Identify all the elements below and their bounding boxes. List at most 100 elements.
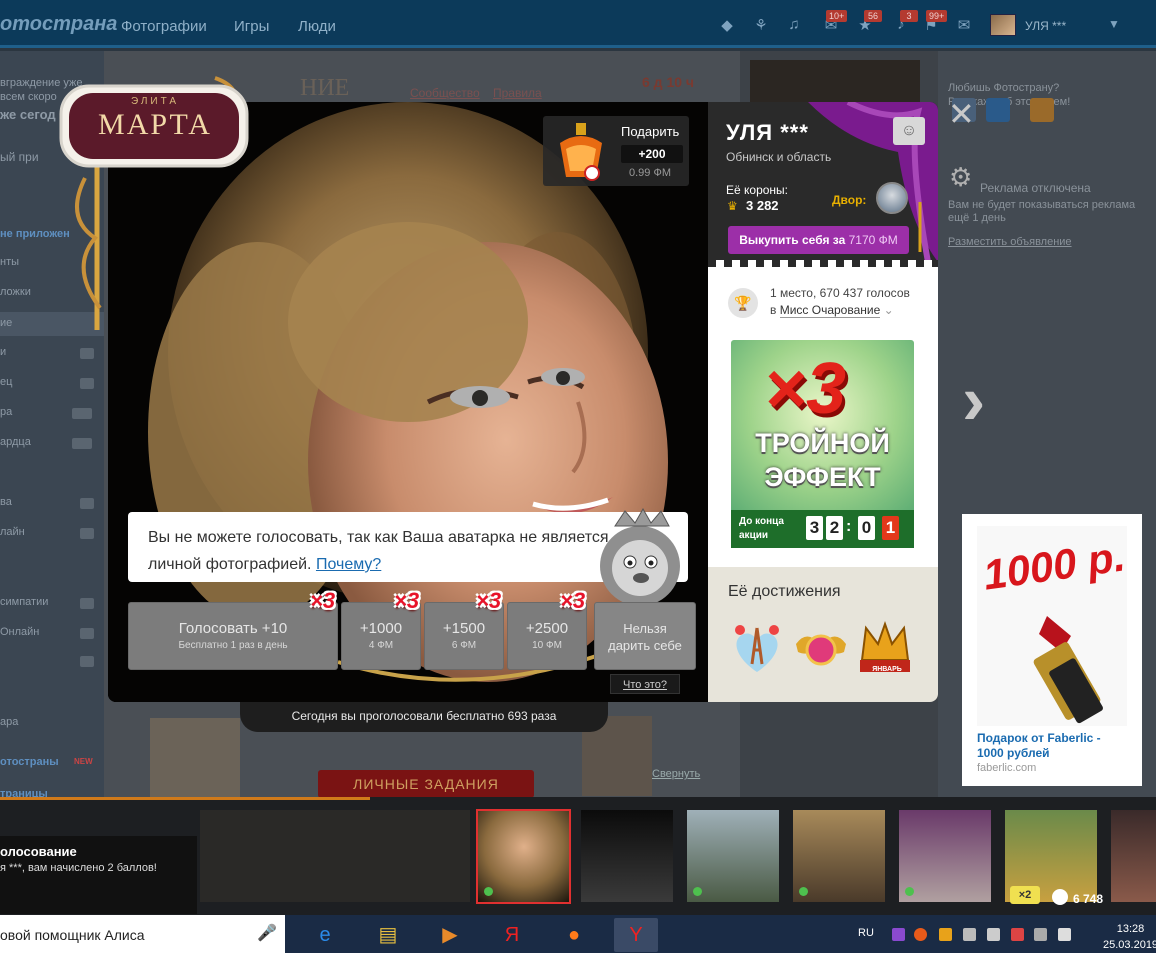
nav-link-people[interactable]: Люди — [298, 18, 336, 35]
sidebar-text: же сегод — [0, 107, 56, 122]
ad-image-text: 1000 р. — [980, 532, 1128, 599]
thumbnail[interactable] — [1111, 810, 1156, 902]
promo-until-label: До конца акции — [739, 515, 784, 543]
thumbnail[interactable] — [899, 810, 991, 902]
nav-link-photos[interactable]: Фотографии — [121, 18, 207, 35]
yandex-browser-icon[interactable]: Y — [614, 918, 658, 952]
chevron-down-icon[interactable]: ▼ — [1108, 17, 1120, 31]
microphone-icon[interactable]: 🎤 — [257, 923, 277, 943]
filmstrip-dimmed-area — [200, 810, 470, 902]
sidebar-item[interactable]: и — [0, 346, 6, 358]
gift-self-button[interactable]: Нельзя дарить себе — [594, 602, 696, 670]
sidebar-item[interactable]: ра — [0, 406, 12, 418]
usb-tray-icon[interactable] — [987, 928, 1000, 941]
ad-domain[interactable]: faberlic.com — [977, 762, 1036, 774]
notifications-badge: 99+ — [926, 10, 948, 22]
sidebar-item[interactable]: лайн — [0, 526, 25, 538]
sidebar-item[interactable]: ва — [0, 496, 12, 508]
thumbnail[interactable] — [687, 810, 779, 902]
user-avatar[interactable] — [990, 14, 1016, 36]
odnoklassniki-icon[interactable] — [1030, 98, 1054, 122]
sidebar-item[interactable]: Онлайн — [0, 626, 39, 638]
court-avatar[interactable] — [876, 182, 908, 214]
guests-icon[interactable]: ⚘ — [752, 16, 770, 34]
crown-icon: ♛ — [727, 199, 738, 213]
sidebar-search[interactable]: ый при — [0, 150, 39, 164]
court-label: Двор: — [832, 193, 867, 207]
vote-option-price: 10 ФМ — [532, 640, 562, 651]
vote-free-sub: Бесплатно 1 раз в день — [178, 640, 288, 651]
vote-notice-text: Вы не можете голосовать, так как Ваша ав… — [148, 524, 618, 578]
ad-image[interactable]: 1000 р. — [977, 526, 1128, 726]
mail-ru-icon[interactable] — [986, 98, 1010, 122]
file-explorer-icon[interactable]: ▤ — [366, 918, 410, 952]
rules-link[interactable]: Правила — [493, 86, 542, 100]
sidebar-item[interactable]: ложки — [0, 286, 31, 298]
diamond-icon[interactable]: ◆ — [718, 16, 736, 34]
thumbnail[interactable] — [581, 810, 673, 902]
firefox-icon[interactable]: ● — [552, 918, 596, 952]
x3-multiplier-badge: ×3 — [560, 588, 586, 613]
sidebar-item[interactable]: ардца — [0, 436, 31, 448]
sidebar-item[interactable]: ара — [0, 716, 18, 728]
sidebar-item[interactable]: ие — [0, 317, 12, 329]
ad-title[interactable]: Подарок от Faberlic - 1000 рублей — [977, 731, 1127, 761]
contest-link[interactable]: Мисс Очарование — [779, 303, 881, 318]
buyout-button[interactable]: Выкупить себя за 7170 ФМ — [728, 226, 909, 254]
sidebar-item[interactable]: симпатии — [0, 596, 48, 608]
winged-heart-icon[interactable] — [792, 620, 850, 678]
media-player-icon[interactable]: ▶ — [428, 918, 472, 952]
add-friend-icon[interactable]: ☺ — [893, 117, 925, 145]
achievements-title: Её достижения — [728, 583, 841, 600]
sidebar-count — [80, 656, 94, 667]
sidebar-item[interactable]: отостраны — [0, 756, 59, 768]
place-ad-link[interactable]: Разместить объявление — [948, 236, 1072, 248]
internet-explorer-icon[interactable]: e — [303, 918, 347, 952]
close-icon[interactable]: ✕ — [948, 98, 975, 130]
sidebar-count — [80, 628, 94, 639]
warning-tray-icon[interactable] — [914, 928, 927, 941]
rank-in: в — [770, 303, 777, 317]
vote-free-button[interactable]: Голосовать +10 Бесплатно 1 раз в день — [128, 602, 338, 670]
collapse-link[interactable]: Свернуть — [652, 768, 700, 780]
contestant-photo[interactable] — [750, 60, 920, 104]
tools-tray-icon[interactable] — [963, 928, 976, 941]
nav-link-games[interactable]: Игры — [234, 18, 269, 35]
music-icon[interactable]: ♫ — [785, 16, 803, 34]
app-tray-icon[interactable] — [939, 928, 952, 941]
yandex-icon[interactable]: Я — [490, 918, 534, 952]
bell-badge: 3 — [900, 10, 918, 22]
feather-tray-icon[interactable] — [892, 928, 905, 941]
lion-head-icon — [1052, 889, 1068, 905]
network-tray-icon[interactable] — [1034, 928, 1047, 941]
contestant-photo[interactable] — [150, 718, 240, 798]
site-logo[interactable]: отострана — [0, 13, 117, 36]
vote-option-title: +1000 — [359, 620, 403, 637]
gift-points: +200 — [621, 145, 683, 163]
volume-icon[interactable] — [1058, 928, 1071, 941]
what-is-this-link[interactable]: Что это? — [610, 674, 680, 694]
profile-city: Обнинск и область — [726, 150, 832, 164]
vote-option-price: 6 ФМ — [451, 640, 477, 651]
flag-tray-icon[interactable] — [1011, 928, 1024, 941]
crowns-label: Её короны: — [726, 183, 789, 197]
gear-icon[interactable]: ⚙ — [949, 162, 972, 193]
keyboard-language[interactable]: RU — [858, 927, 874, 939]
lipstick-icon — [1033, 616, 1103, 724]
sidebar-item[interactable]: нты — [0, 256, 19, 268]
mail-icon[interactable]: ✉ — [955, 16, 973, 34]
clock-time: 13:28 — [1116, 923, 1145, 935]
user-name[interactable]: УЛЯ *** — [1025, 19, 1066, 33]
sidebar-item[interactable]: ец — [0, 376, 12, 388]
paris-heart-icon[interactable] — [728, 620, 786, 678]
chevron-right-icon[interactable]: › — [962, 360, 985, 440]
thumbnail[interactable] — [793, 810, 885, 902]
chevron-down-icon[interactable]: ⌄ — [884, 303, 894, 317]
vote-free-title: Голосовать +10 — [178, 620, 288, 637]
gift-label: Подарить — [621, 124, 680, 139]
why-link[interactable]: Почему? — [316, 556, 381, 573]
taskbar-clock[interactable]: 13:28 25.03.2019 — [1103, 921, 1156, 953]
promo-multiplier: ×3 — [764, 349, 847, 429]
rank-info: 1 место, 670 437 голосов в Мисс Очарован… — [770, 285, 910, 319]
community-link[interactable]: Сообщество — [410, 86, 480, 100]
